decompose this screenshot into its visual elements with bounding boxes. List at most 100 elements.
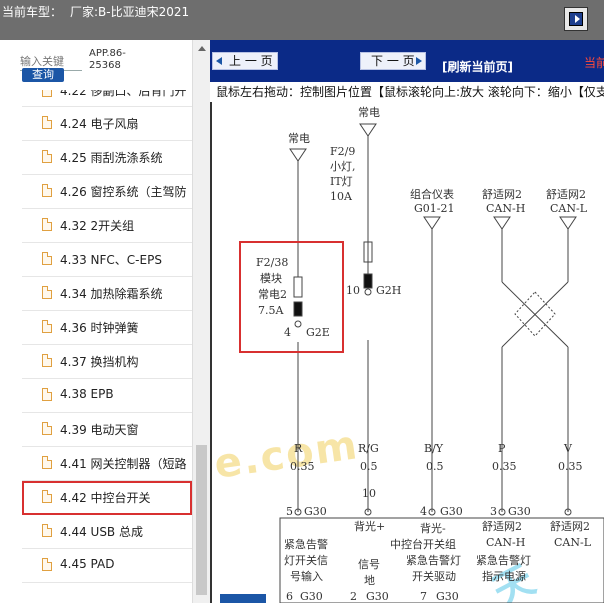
diagram-label: V: [563, 442, 573, 455]
tree-item[interactable]: 4.34 加热除霜系统: [22, 277, 192, 311]
diagram-label: 6: [286, 590, 293, 603]
diagram-label: 0.35: [290, 460, 315, 473]
tree-item[interactable]: 4.26 窗控系统（主驾防: [22, 175, 192, 209]
document-icon: [42, 388, 52, 401]
document-icon: [42, 286, 52, 299]
scrollbar-thumb[interactable]: [196, 445, 207, 595]
diagram-label: 0.5: [360, 460, 378, 473]
diagram-label: 背光+: [354, 519, 385, 533]
expand-icon: [569, 12, 583, 26]
diagram-label: 信号: [358, 558, 380, 571]
chapter-tree: 4.22 侈副口、后背门开 4.24 电子风扇 4.25 雨刮洗涤系统 4.26…: [22, 90, 192, 583]
power-symbol: [493, 216, 511, 230]
query-button[interactable]: 查询: [22, 68, 64, 82]
document-icon: [42, 422, 52, 435]
tree-item-label: 4.32 2开关组: [60, 219, 135, 233]
document-icon: [42, 218, 52, 231]
diagram-label: 中控台开关组: [390, 537, 456, 551]
vehicle-label: 当前车型：: [2, 5, 63, 19]
tree-item-label: 4.37 换挡机构: [60, 355, 139, 369]
diagram-label: 常电: [288, 132, 310, 145]
diagram-label: 紧急告警: [284, 537, 328, 551]
diagram-label: 模块: [260, 272, 282, 285]
diagram-label: 10: [362, 487, 376, 500]
diagram-label: 3: [490, 505, 497, 518]
tree-item[interactable]: 4.22 侈副口、后背门开: [22, 90, 192, 107]
arrow-left-icon: [216, 57, 222, 65]
refresh-page-link[interactable]: [刷新当前页]: [442, 58, 513, 75]
diagram-label: 舒适网2: [550, 519, 590, 533]
current-page-tag: 当前: [584, 56, 604, 70]
tree-item-label: 4.34 加热除霜系统: [60, 287, 163, 301]
diagram-label: 紧急告警灯: [476, 553, 531, 567]
tree-item[interactable]: 4.37 换挡机构: [22, 345, 192, 379]
page-nav-bar: 上 一 页 下 一 页 [刷新当前页] 当前: [210, 40, 604, 82]
diagram-label: R: [294, 442, 303, 455]
diagram-label: 舒适网2: [482, 519, 522, 533]
diagram-label: 号输入: [290, 569, 323, 583]
diagram-label: IT灯: [330, 175, 353, 188]
diagram-label: 0.35: [558, 460, 583, 473]
diagram-label: CAN-H: [486, 202, 525, 215]
tree-item[interactable]: 4.39 电动天窗: [22, 413, 192, 447]
diagram-label: 指示电源: [482, 569, 526, 583]
top-bar: 当前车型： 厂家:B-比亚迪宋2021: [0, 0, 604, 40]
document-icon: [42, 524, 52, 537]
diagram-viewer: 上 一 页 下 一 页 [刷新当前页] 当前 鼠标左右拖动：控制图片位置【鼠标滚…: [210, 40, 604, 603]
document-icon: [42, 252, 52, 265]
arrow-right-icon: [416, 57, 422, 65]
document-icon: [42, 354, 52, 367]
vehicle-title: 当前车型： 厂家:B-比亚迪宋2021: [2, 3, 189, 20]
diagram-label: G30: [300, 590, 323, 603]
diagram-label: F2/9: [330, 145, 355, 158]
prev-page-label: 上 一 页: [229, 54, 273, 68]
diagram-label: 10: [346, 284, 360, 297]
tree-item[interactable]: 4.44 USB 总成: [22, 515, 192, 549]
toggle-panel-button[interactable]: [564, 7, 588, 31]
diagram-label: 地: [364, 574, 375, 587]
next-page-button[interactable]: 下 一 页: [360, 52, 426, 70]
tree-item-label: 4.24 电子风扇: [60, 117, 139, 131]
search-area: 查询 APP.86-25368: [0, 40, 192, 90]
tree-item[interactable]: 4.25 雨刮洗涤系统: [22, 141, 192, 175]
document-icon: [42, 490, 52, 503]
document-icon: [42, 558, 52, 571]
usage-hint: 鼠标左右拖动：控制图片位置【鼠标滚轮向上:放大 滚轮向下：缩小【仅支: [210, 82, 604, 103]
document-icon: [42, 116, 52, 129]
diagram-label: 4: [420, 505, 427, 518]
page-indicator[interactable]: [220, 594, 266, 603]
scroll-up-icon[interactable]: [198, 46, 206, 51]
tree-item[interactable]: 4.32 2开关组: [22, 209, 192, 243]
diagram-label: P: [498, 442, 506, 455]
power-symbol: [559, 216, 577, 230]
tree-item[interactable]: 4.38 EPB: [22, 379, 192, 413]
diagram-label: 组合仪表: [410, 187, 454, 201]
tree-item[interactable]: 4.36 时钟弹簧: [22, 311, 192, 345]
diagram-label: G2H: [376, 284, 401, 297]
tree-item-selected[interactable]: 4.42 中控台开关: [22, 481, 192, 515]
diagram-label: 舒适网2: [546, 187, 586, 201]
wiring-diagram[interactable]: e.com 天 常电 常电 组合仪表 G01-21 舒适网2 CAN-H 舒适网…: [210, 102, 604, 603]
diagram-label: CAN-H: [486, 536, 525, 549]
tree-item[interactable]: 4.24 电子风扇: [22, 107, 192, 141]
document-icon: [42, 90, 52, 97]
diagram-label: 紧急告警灯: [406, 553, 461, 567]
tree-item[interactable]: 4.45 PAD: [22, 549, 192, 583]
tree-item[interactable]: 4.33 NFC、C-EPS: [22, 243, 192, 277]
power-symbol: [359, 123, 377, 137]
diagram-label: CAN-L: [550, 202, 588, 215]
prev-page-button[interactable]: 上 一 页: [212, 52, 278, 70]
diagram-label: 7.5A: [258, 304, 284, 317]
diagram-label: B/Y: [424, 442, 444, 455]
tree-item-label: 4.38 EPB: [60, 387, 114, 401]
tree-item[interactable]: 4.41 网关控制器（短路: [22, 447, 192, 481]
sidebar-scrollbar[interactable]: [192, 40, 210, 603]
diagram-label: CAN-L: [554, 536, 592, 549]
wiring-diagram-svg: 常电 常电 组合仪表 G01-21 舒适网2 CAN-H 舒适网2 CAN-L …: [239, 106, 604, 603]
diagram-label: G30: [366, 590, 389, 603]
diagram-label: 常电2: [258, 288, 287, 301]
diagram-label: 常电: [358, 106, 380, 119]
diagram-label: 开关驱动: [412, 569, 456, 583]
diagram-label: 0.35: [492, 460, 517, 473]
diagram-label: G01-21: [414, 202, 455, 215]
